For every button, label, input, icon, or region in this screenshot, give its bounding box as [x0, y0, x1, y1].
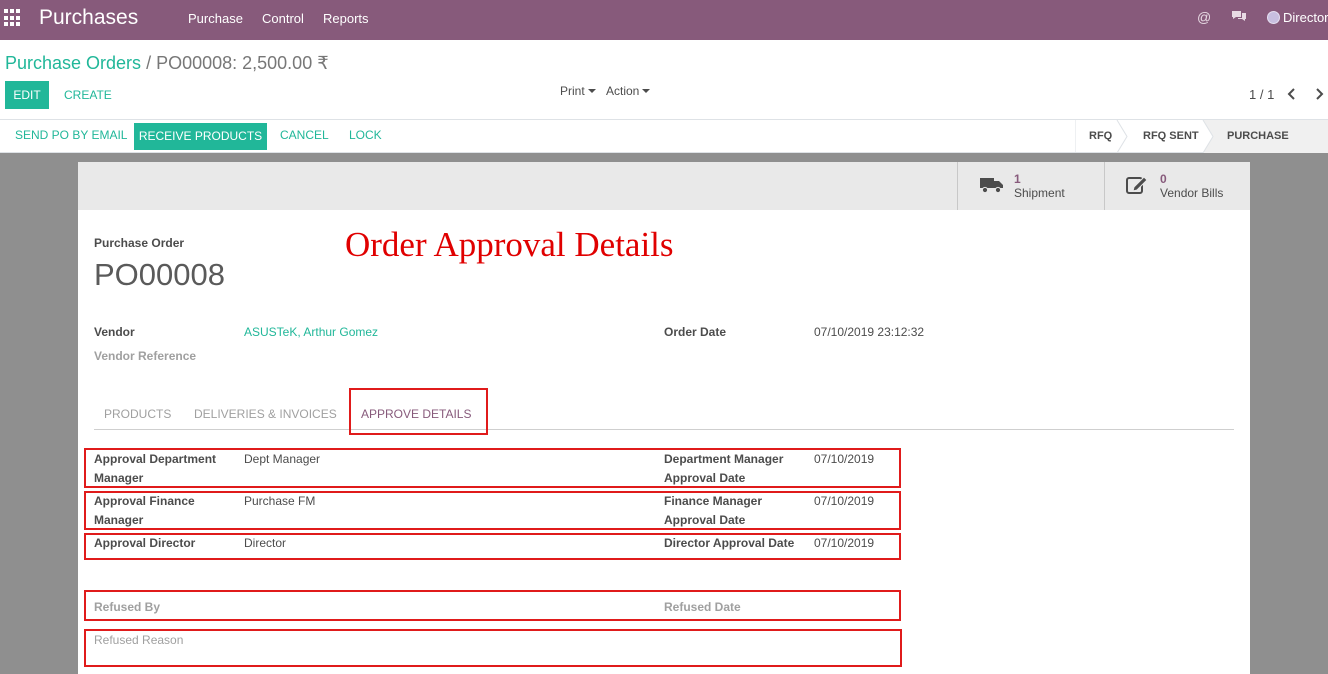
truck-icon	[980, 178, 1003, 194]
annotation-box-refused	[84, 590, 901, 621]
annotation-box-dept	[84, 448, 901, 488]
shipment-smart-button[interactable]: 1 Shipment	[957, 162, 1105, 210]
control-panel: Purchase Orders / PO00008: 2,500.00 ₹ EDIT…	[0, 40, 1328, 120]
menu-reports[interactable]: Reports	[323, 11, 369, 26]
pager-value: 1 / 1	[1249, 87, 1275, 102]
stage-rfq-sent[interactable]: RFQ SENT	[1143, 120, 1199, 153]
stage-pipeline: RFQ RFQ SENT PURCHASE ORDER	[1075, 120, 1328, 175]
breadcrumb: Purchase Orders / PO00008: 2,500.00 ₹	[5, 53, 329, 74]
lock-button[interactable]: LOCK	[349, 128, 382, 142]
pencil-square-icon	[1126, 176, 1148, 194]
vendor-bills-smart-button[interactable]: 0 Vendor Bills	[1104, 162, 1250, 210]
order-reference: PO00008	[94, 257, 225, 292]
vendor-bills-count: 0	[1160, 172, 1167, 186]
breadcrumb-separator: /	[146, 53, 152, 73]
annotation-box-finance	[84, 491, 901, 530]
receive-products-button[interactable]: RECEIVE PRODUCTS	[134, 123, 267, 150]
order-date-value: 07/10/2019 23:12:32	[814, 325, 925, 339]
order-date-label: Order Date	[664, 325, 727, 339]
pager-previous-icon[interactable]	[1284, 84, 1300, 104]
notebook-tabs: PRODUCTS DELIVERIES & INVOICES APPROVE D…	[94, 393, 1234, 430]
action-dropdown[interactable]: Action	[606, 84, 651, 98]
menu-control[interactable]: Control	[262, 11, 304, 26]
top-navbar: Purchases Purchase Control Reports @ Dir…	[0, 0, 1328, 40]
status-bar: SEND PO BY EMAIL RECEIVE PRODUCTS CANCEL…	[0, 120, 1328, 175]
vendor-label: Vendor	[94, 325, 135, 339]
shipment-label: Shipment	[1014, 186, 1065, 200]
vendor-bills-label: Vendor Bills	[1160, 186, 1224, 200]
mentions-icon[interactable]: @	[1197, 9, 1211, 25]
annotation-box-tab	[349, 388, 488, 435]
chevron-down-icon	[587, 89, 596, 93]
avatar	[1267, 11, 1280, 24]
stage-rfq[interactable]: RFQ	[1089, 120, 1112, 153]
action-label: Action	[606, 84, 640, 98]
user-menu[interactable]: Director	[1267, 10, 1328, 25]
vendor-link[interactable]: ASUSTeK, Arthur Gomez	[244, 325, 378, 339]
edit-button[interactable]: EDIT	[5, 81, 49, 109]
vendor-reference-label: Vendor Reference	[94, 349, 197, 363]
breadcrumb-purchase-orders[interactable]: Purchase Orders	[5, 53, 141, 73]
pager-next-icon[interactable]	[1311, 84, 1327, 104]
tab-deliveries-invoices[interactable]: DELIVERIES & INVOICES	[194, 407, 337, 421]
print-dropdown[interactable]: Print	[560, 84, 596, 98]
annotation-box-director	[84, 533, 901, 560]
tab-products[interactable]: PRODUCTS	[104, 407, 171, 421]
app-title: Purchases	[39, 6, 139, 29]
doc-type-label: Purchase Order	[94, 236, 185, 250]
user-name: Director	[1283, 10, 1328, 25]
breadcrumb-current: PO00008: 2,500.00 ₹	[156, 53, 329, 73]
apps-grid-icon[interactable]	[4, 9, 22, 27]
send-po-by-email-button[interactable]: SEND PO BY EMAIL	[15, 128, 127, 142]
create-button[interactable]: CREATE	[64, 88, 112, 102]
chevron-down-icon	[642, 89, 651, 93]
stage-purchase-order[interactable]: PURCHASE ORDER	[1227, 120, 1328, 175]
shipment-count: 1	[1014, 172, 1021, 186]
menu-purchase[interactable]: Purchase	[188, 11, 243, 26]
annotation-title: Order Approval Details	[345, 225, 674, 264]
cancel-button[interactable]: CANCEL	[280, 128, 329, 142]
annotation-box-reason	[84, 629, 902, 667]
print-label: Print	[560, 84, 585, 98]
chat-icon[interactable]	[1231, 9, 1247, 26]
